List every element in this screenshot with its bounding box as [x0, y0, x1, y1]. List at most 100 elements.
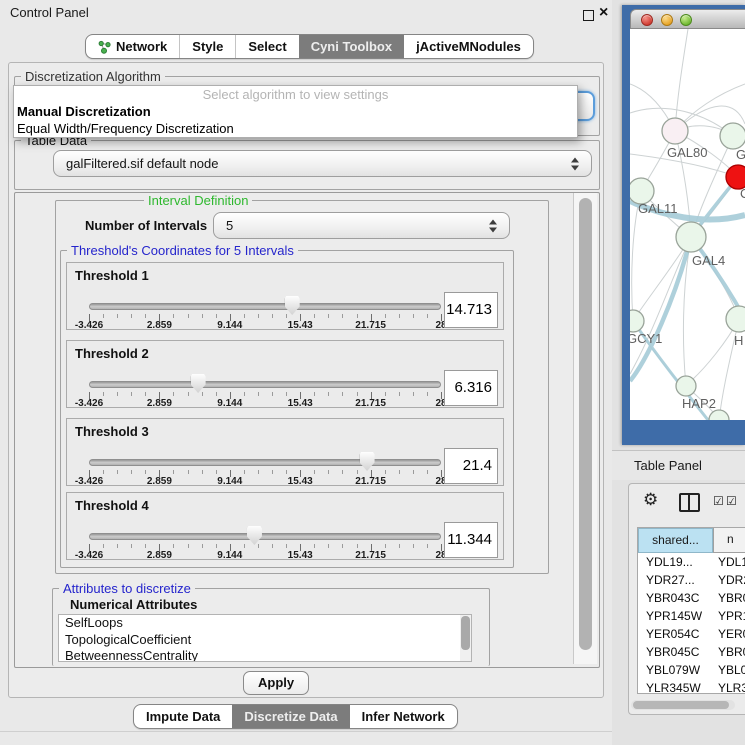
- cell-shared-name[interactable]: YDL19...: [638, 553, 713, 571]
- tab-select[interactable]: Select: [235, 35, 298, 58]
- tick-mark: [385, 470, 386, 474]
- threshold-value-field[interactable]: 14.713: [444, 292, 498, 328]
- table-row[interactable]: YBL079WYBL0: [638, 661, 745, 679]
- tab-jactivemnodules[interactable]: jActiveMNodules: [404, 35, 533, 58]
- tick-mark: [385, 544, 386, 548]
- vertical-scrollbar[interactable]: [573, 193, 597, 664]
- close-traffic-light[interactable]: [641, 14, 653, 26]
- cell-shared-name[interactable]: YDR27...: [638, 571, 713, 589]
- network-node[interactable]: [676, 222, 706, 252]
- tick-label: 15.43: [288, 476, 313, 487]
- checkbox-icon[interactable]: ☑: [713, 495, 724, 507]
- table-row[interactable]: YPR145WYPR1: [638, 607, 745, 625]
- tab-infer-network[interactable]: Infer Network: [350, 705, 457, 728]
- column-header-name[interactable]: n: [713, 528, 745, 553]
- tick-mark: [145, 544, 146, 548]
- table-row[interactable]: YDL19...YDL1: [638, 553, 745, 571]
- cell-name[interactable]: YBR0: [713, 645, 745, 659]
- tab-cyni-toolbox[interactable]: Cyni Toolbox: [299, 35, 404, 58]
- threshold-value-field[interactable]: 11.344: [444, 522, 498, 558]
- scrollbar-thumb[interactable]: [579, 198, 592, 650]
- tab-impute-data[interactable]: Impute Data: [134, 705, 232, 728]
- tab-discretize-data[interactable]: Discretize Data: [232, 705, 349, 728]
- table-data-combobox[interactable]: galFiltered.sif default node: [53, 150, 592, 177]
- tick-mark: [272, 314, 273, 318]
- slider-thumb[interactable]: [191, 374, 206, 393]
- threshold-value-field[interactable]: 6.316: [444, 370, 498, 406]
- apply-button[interactable]: Apply: [243, 671, 309, 695]
- network-canvas[interactable]: GAL80GACGAL11GAL4GCY1HHAP2: [630, 29, 745, 420]
- dropdown-option-manual[interactable]: Manual Discretization: [14, 103, 577, 120]
- horizontal-scrollbar[interactable]: [631, 700, 735, 710]
- tick-mark: [399, 392, 400, 396]
- table-row[interactable]: YLR345WYLR3: [638, 679, 745, 694]
- tick-mark: [357, 544, 358, 548]
- cell-shared-name[interactable]: YLR345W: [638, 679, 713, 694]
- cell-name[interactable]: YDL1: [713, 555, 745, 569]
- tick-mark: [427, 314, 428, 318]
- scrollbar-thumb[interactable]: [633, 701, 729, 709]
- slider-thumb[interactable]: [285, 296, 300, 315]
- network-node[interactable]: [720, 123, 745, 149]
- network-node[interactable]: [662, 118, 688, 144]
- network-node[interactable]: [726, 306, 745, 332]
- tick-mark: [427, 392, 428, 396]
- tick-mark: [286, 314, 287, 318]
- cell-shared-name[interactable]: YBR043C: [638, 589, 713, 607]
- tick-mark: [244, 470, 245, 474]
- tick-labels: -3.4262.8599.14415.4321.71528: [89, 398, 441, 409]
- tick-mark: [413, 314, 414, 318]
- cell-shared-name[interactable]: YBL079W: [638, 661, 713, 679]
- attribute-item[interactable]: SelfLoops: [59, 615, 471, 632]
- table-row[interactable]: YER054CYER0: [638, 625, 745, 643]
- network-node[interactable]: [676, 376, 696, 396]
- tick-mark: [173, 314, 174, 318]
- cell-name[interactable]: YBL0: [713, 663, 745, 677]
- group-title: Attributes to discretize: [59, 581, 195, 596]
- tick-mark: [399, 470, 400, 474]
- numerical-attributes-list[interactable]: SelfLoopsTopologicalCoefficientBetweenne…: [58, 614, 472, 662]
- threshold-value-field[interactable]: 21.4: [444, 448, 498, 484]
- tick-mark: [188, 392, 189, 396]
- cell-name[interactable]: YLR3: [713, 681, 745, 694]
- cell-name[interactable]: YDR2: [713, 573, 745, 587]
- network-edge[interactable]: [675, 29, 688, 131]
- list-scrollbar[interactable]: [460, 615, 471, 661]
- cell-name[interactable]: YER0: [713, 627, 745, 641]
- dropdown-option-equal-width[interactable]: Equal Width/Frequency Discretization: [14, 120, 577, 137]
- attribute-item[interactable]: BetweennessCentrality: [59, 648, 471, 662]
- cell-name[interactable]: YBR0: [713, 591, 745, 605]
- cell-name[interactable]: YPR1: [713, 609, 745, 623]
- minimize-traffic-light[interactable]: [661, 14, 673, 26]
- checkbox-icon[interactable]: ☑: [726, 495, 737, 507]
- tab-network[interactable]: Network: [86, 35, 179, 58]
- tick-mark: [145, 392, 146, 396]
- tick-mark: [216, 392, 217, 396]
- close-icon[interactable]: ×: [599, 3, 608, 23]
- column-header-shared-name[interactable]: shared...: [638, 528, 713, 553]
- slider-thumb[interactable]: [247, 526, 262, 545]
- tab-style[interactable]: Style: [179, 35, 235, 58]
- cell-shared-name[interactable]: YBR045C: [638, 643, 713, 661]
- scrollbar-thumb[interactable]: [461, 616, 470, 650]
- zoom-traffic-light[interactable]: [680, 14, 692, 26]
- cell-shared-name[interactable]: YER054C: [638, 625, 713, 643]
- gear-icon[interactable]: ⚙: [643, 490, 658, 510]
- threshold-label: Threshold 4: [75, 498, 149, 513]
- table-row[interactable]: YDR27...YDR2: [638, 571, 745, 589]
- tick-mark: [131, 314, 132, 318]
- attribute-item[interactable]: TopologicalCoefficient: [59, 632, 471, 649]
- group-title: Discretization Algorithm: [21, 69, 165, 84]
- slider-thumb[interactable]: [360, 452, 375, 471]
- network-edge[interactable]: [630, 237, 691, 374]
- tick-label: 9.144: [217, 398, 242, 409]
- float-window-icon[interactable]: [583, 10, 594, 21]
- network-node[interactable]: [630, 310, 644, 332]
- split-columns-icon[interactable]: [679, 493, 700, 512]
- cell-shared-name[interactable]: YPR145W: [638, 607, 713, 625]
- tick-mark: [117, 544, 118, 548]
- tick-label: 21.715: [355, 320, 386, 331]
- table-row[interactable]: YBR045CYBR0: [638, 643, 745, 661]
- table-row[interactable]: YBR043CYBR0: [638, 589, 745, 607]
- number-of-intervals-combobox[interactable]: 5: [213, 212, 510, 239]
